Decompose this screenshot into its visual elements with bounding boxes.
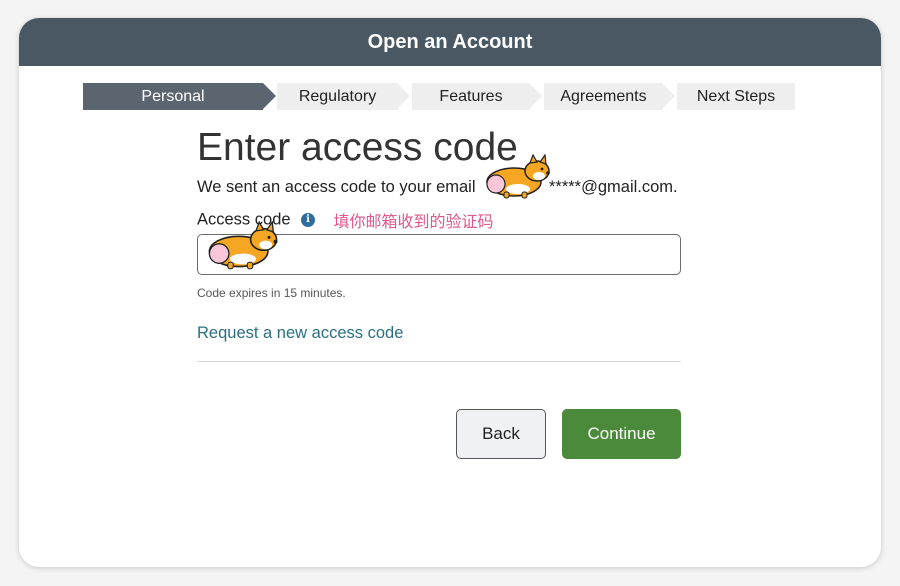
step-label: Regulatory bbox=[298, 88, 377, 105]
request-new-code-link[interactable]: Request a new access code bbox=[197, 324, 403, 343]
header-title: Open an Account bbox=[367, 31, 533, 53]
progress-stepper: Personal Regulatory Features Agreements … bbox=[83, 83, 795, 110]
step-regulatory: Regulatory bbox=[277, 83, 398, 110]
step-label: Agreements bbox=[560, 88, 647, 105]
step-next-steps: Next Steps bbox=[677, 83, 795, 110]
step-arrow bbox=[662, 83, 675, 109]
corgi-sticker-icon bbox=[208, 221, 278, 270]
annotation-text: 填你邮箱收到的验证码 bbox=[333, 212, 494, 231]
step-features: Features bbox=[412, 83, 530, 110]
info-icon[interactable]: i bbox=[301, 213, 315, 227]
divider bbox=[197, 361, 681, 362]
continue-button[interactable]: Continue bbox=[562, 409, 681, 459]
account-card: Open an Account Personal Regulatory Feat… bbox=[19, 18, 881, 567]
step-arrow bbox=[529, 83, 542, 109]
expiry-hint: Code expires in 15 minutes. bbox=[197, 286, 346, 300]
step-arrow bbox=[263, 83, 276, 109]
page-title: Enter access code bbox=[197, 126, 518, 169]
step-label: Personal bbox=[141, 88, 205, 105]
step-arrow bbox=[397, 83, 410, 109]
step-agreements: Agreements bbox=[544, 83, 663, 110]
masked-email: *****@gmail.com. bbox=[549, 178, 678, 196]
sent-message: We sent an access code to your email bbox=[197, 178, 476, 196]
back-button[interactable]: Back bbox=[456, 409, 546, 459]
corgi-sticker-icon bbox=[486, 154, 550, 199]
step-label: Features bbox=[439, 88, 503, 105]
page-header: Open an Account bbox=[19, 18, 881, 66]
step-personal: Personal bbox=[83, 83, 263, 110]
step-label: Next Steps bbox=[696, 88, 776, 105]
